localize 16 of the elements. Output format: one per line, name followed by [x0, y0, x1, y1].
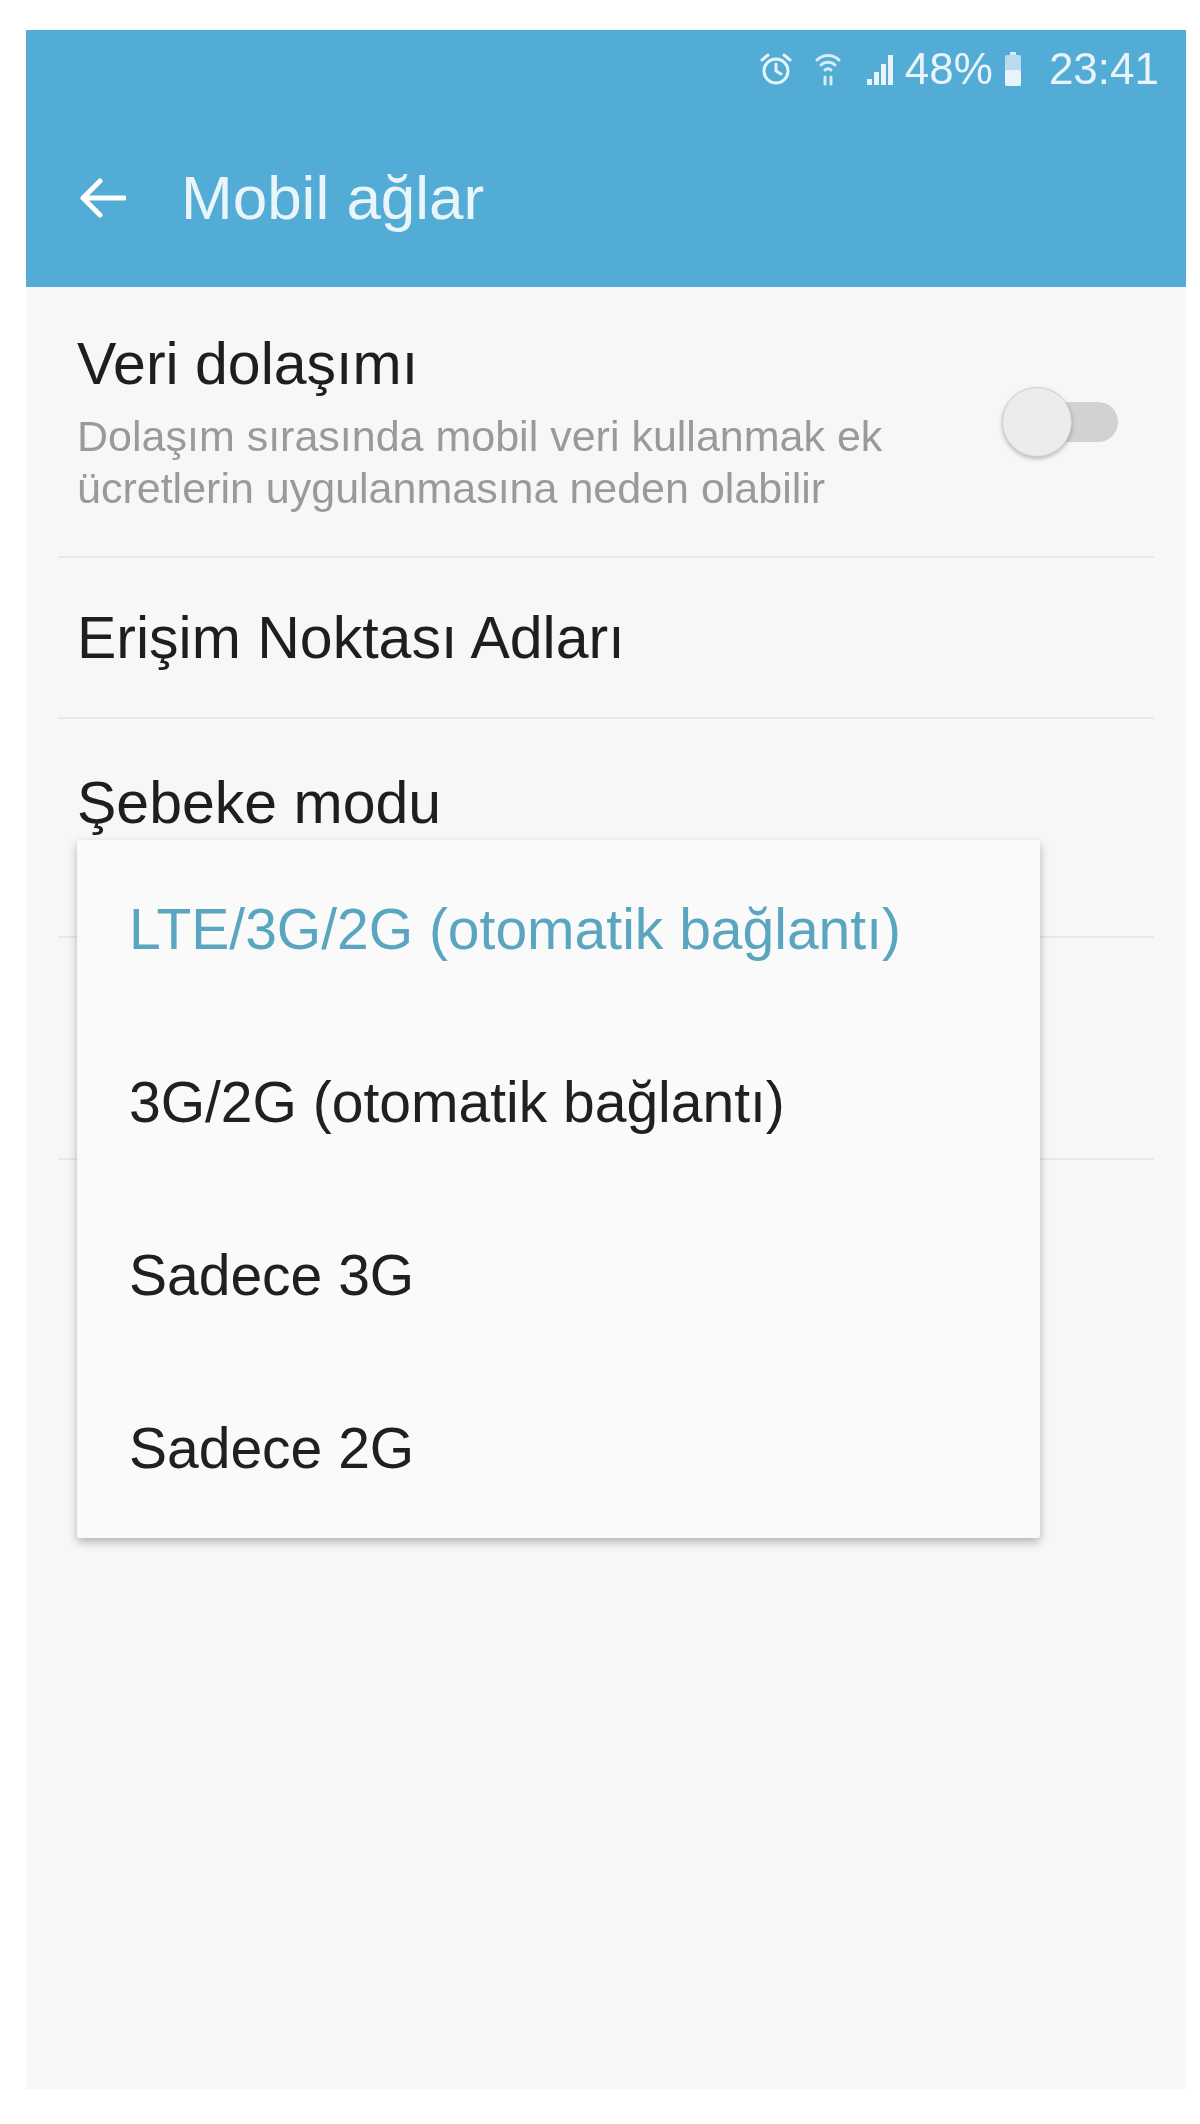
menu-item[interactable]: Sadece 2G	[77, 1362, 1040, 1535]
clock-time: 23:41	[1048, 47, 1159, 91]
setting-title: Erişim Noktası Adları	[77, 603, 625, 673]
battery-percent: 48%	[904, 47, 993, 91]
setting-row[interactable]: Veri dolaşımı Dolaşım sırasında mobil veri kullanmak ek ücretlerin uygulanmasına neden olabilir	[58, 287, 1154, 558]
battery-icon	[1004, 52, 1021, 86]
back-arrow-icon	[80, 177, 126, 218]
setting-title: Veri dolaşımı	[77, 330, 420, 399]
menu-item[interactable]: 3G/2G (otomatik bağlantı)	[77, 1016, 1040, 1189]
setting-summary: Dolaşım sırasında mobil veri kullanmak ek ücretlerin uygulanmasına neden olabilir	[77, 411, 884, 514]
setting-row[interactable]: Erişim Noktası Adları	[58, 558, 1154, 719]
signal-icon	[866, 53, 895, 85]
menu-item[interactable]: Sadece 3G	[77, 1189, 1040, 1362]
wifi-icon	[814, 52, 841, 86]
setting-title: Şebeke modu	[77, 769, 442, 838]
alarm-icon	[758, 52, 793, 86]
